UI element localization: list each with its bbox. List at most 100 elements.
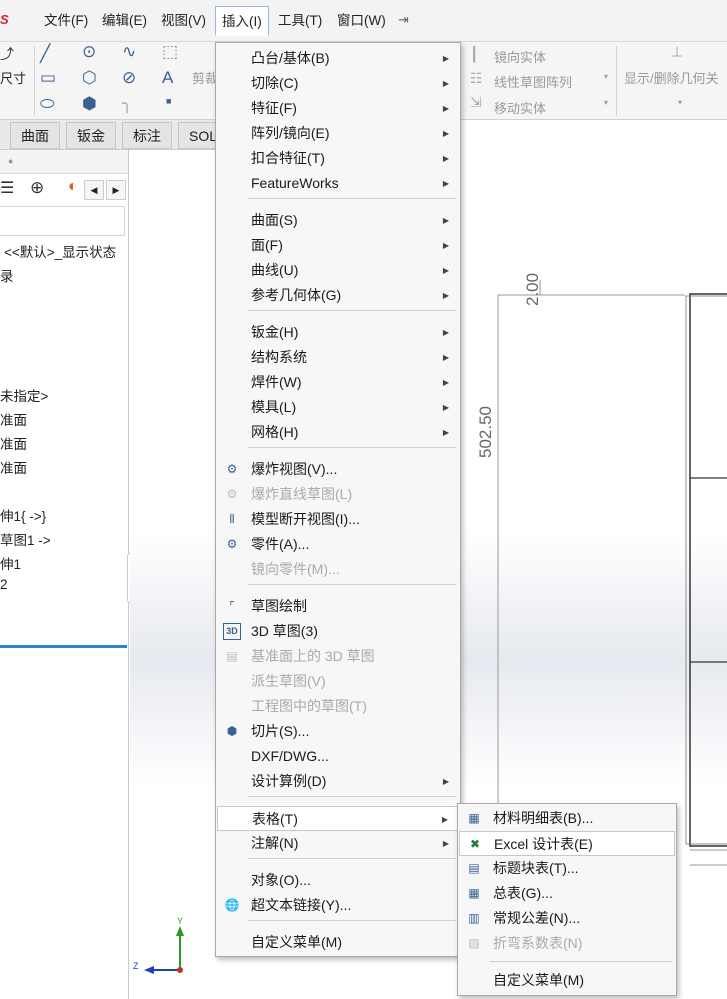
menu-window[interactable]: 窗口(W) (331, 6, 392, 36)
construction-icon[interactable]: ⬚ (162, 42, 178, 62)
tree-item-right-plane[interactable]: 准面 (0, 457, 27, 477)
circle-icon[interactable]: ⊙ (82, 42, 96, 62)
table-menu-item[interactable]: 自定义菜单(M) (459, 968, 675, 993)
configuration-manager-icon[interactable]: ⊕ (30, 178, 44, 198)
insert-menu-item[interactable]: ⫴ 模型断开视图(I)... (217, 507, 459, 532)
insert-menu-item[interactable]: ⌜ 草图绘制 (217, 594, 459, 619)
insert-menu-item[interactable]: ⬢ 切片(S)... (217, 719, 459, 744)
polygon-icon[interactable]: ⬡ (82, 68, 97, 88)
tab-markup[interactable]: 标注 (122, 122, 172, 149)
insert-menu-item[interactable]: 切除(C) ▶ (217, 71, 459, 96)
insert-menu-item[interactable]: 表格(T) ▶ (217, 806, 459, 831)
tab-surface[interactable]: 曲面 (10, 122, 60, 149)
insert-menu-item[interactable]: 3D 3D 草图(3) (217, 619, 459, 644)
fillet-icon[interactable]: ╮ (122, 94, 132, 114)
insert-menu-item[interactable]: 凸台/基体(B) ▶ (217, 46, 459, 71)
move-icon[interactable]: ⇲ (470, 94, 482, 111)
3d-sketch-icon: 3D (223, 623, 241, 640)
menu-edit[interactable]: 编辑(E) (96, 6, 153, 36)
insert-menu-item[interactable]: 参考几何体(G) ▶ (217, 283, 459, 308)
tree-item-2[interactable]: 2 (0, 577, 8, 592)
smart-dimension-icon[interactable]: ⤴ (0, 44, 14, 64)
property-manager-icon[interactable]: ☰ (0, 178, 14, 198)
relations-dropdown-icon[interactable]: ▾ (678, 98, 682, 107)
dimension-2-00[interactable]: 2.00 (523, 273, 543, 306)
insert-menu-item[interactable]: 特征(F) ▶ (217, 96, 459, 121)
rectangle-icon[interactable]: ▭ (40, 68, 56, 88)
linear-pattern-icon[interactable]: ☷ (470, 70, 483, 87)
insert-menu-item[interactable]: DXF/DWG... (217, 744, 459, 769)
submenu-arrow-icon: ▶ (442, 378, 449, 387)
linear-pattern-dropdown-icon[interactable]: ▾ (604, 72, 608, 81)
insert-menu-item[interactable]: 模具(L) ▶ (217, 395, 459, 420)
submenu-arrow-icon: ▶ (442, 428, 449, 437)
submenu-arrow-icon: ▶ (442, 104, 449, 113)
scroll-right-icon[interactable]: ▶ (106, 180, 126, 200)
insert-menu-item[interactable]: 扣合特征(T) ▶ (217, 146, 459, 171)
insert-menu-item[interactable]: 面(F) ▶ (217, 233, 459, 258)
insert-menu-item[interactable]: 焊件(W) ▶ (217, 370, 459, 395)
hexagon-icon[interactable]: ⬢ (82, 94, 97, 114)
scroll-left-icon[interactable]: ◀ (84, 180, 104, 200)
move-dropdown-icon[interactable]: ▾ (604, 98, 608, 107)
table-menu-item[interactable]: ▦ 材料明细表(B)... (459, 806, 675, 831)
tree-item-extrude[interactable]: 伸1{ ->} (0, 505, 46, 525)
insert-menu-item[interactable]: ⚙ 爆炸视图(V)... (217, 457, 459, 482)
menu-separator (248, 310, 456, 311)
insert-menu-item[interactable]: 对象(O)... (217, 868, 459, 893)
table-menu-item[interactable]: ▤ 标题块表(T)... (459, 856, 675, 881)
table-menu-item-label: 常规公差(N)... (493, 910, 581, 926)
panel-divider (0, 645, 127, 648)
insert-menu-item-label: 模型断开视图(I)... (251, 511, 360, 527)
insert-menu-item[interactable]: 设计算例(D) ▶ (217, 769, 459, 794)
dimension-502-50[interactable]: 502.50 (476, 406, 496, 458)
mirror-icon[interactable]: ┃ (470, 46, 478, 63)
triad-y-label: Y (177, 916, 184, 926)
menu-separator (248, 858, 456, 859)
tree-item-top-plane[interactable]: 准面 (0, 433, 27, 453)
insert-menu-item[interactable]: 网格(H) ▶ (217, 420, 459, 445)
insert-menu-item[interactable]: FeatureWorks ▶ (217, 171, 459, 196)
insert-menu-item[interactable]: 注解(N) ▶ (217, 831, 459, 856)
tab-sheet-metal[interactable]: 钣金 (66, 122, 116, 149)
insert-menu-item[interactable]: 阵列/镜向(E) ▶ (217, 121, 459, 146)
mirror-label[interactable]: 镜向实体 (494, 47, 546, 66)
tree-item-extrude2[interactable]: 伸1 (0, 553, 21, 573)
insert-menu-item[interactable]: 钣金(H) ▶ (217, 320, 459, 345)
tree-item[interactable]: 录 (0, 265, 14, 285)
display-manager-icon[interactable]: ◐ (68, 178, 78, 196)
insert-menu-item[interactable]: 曲线(U) ▶ (217, 258, 459, 283)
menu-tools[interactable]: 工具(T) (272, 6, 328, 36)
text-icon[interactable]: A (162, 68, 173, 88)
insert-menu-item[interactable]: 曲面(S) ▶ (217, 208, 459, 233)
ellipse-icon[interactable]: ⊘ (122, 68, 136, 88)
insert-menu-item: 镜向零件(M)... (217, 557, 459, 582)
spline-icon[interactable]: ∿ (122, 42, 136, 62)
move-label[interactable]: 移动实体 (494, 98, 546, 117)
table-menu-item[interactable]: ✖ Excel 设计表(E) (459, 831, 675, 856)
linear-pattern-label[interactable]: 线性草图阵列 (494, 72, 572, 91)
insert-menu-item-label: 切除(C) (251, 75, 299, 91)
insert-menu-item[interactable]: 🌐 超文本链接(Y)... (217, 893, 459, 918)
filter-box[interactable] (0, 206, 125, 236)
point-icon[interactable]: ■ (166, 96, 171, 106)
command-tabs: 曲面 钣金 标注 SOL (0, 120, 229, 150)
table-menu-item[interactable]: ▦ 总表(G)... (459, 881, 675, 906)
insert-menu-item-label: 曲面(S) (251, 212, 298, 228)
menu-file[interactable]: 文件(F) (38, 6, 94, 36)
menu-insert[interactable]: 插入(I) (215, 6, 269, 36)
tree-item-material[interactable]: 未指定> (0, 385, 48, 405)
menu-view[interactable]: 视图(V) (155, 6, 212, 36)
insert-menu-item[interactable]: ⚙ 零件(A)... (217, 532, 459, 557)
insert-menu-item[interactable]: 自定义菜单(M) (217, 930, 459, 955)
slot-icon[interactable]: ⬭ (40, 94, 55, 114)
line-icon[interactable]: ╱ (40, 44, 50, 64)
tree-item-front-plane[interactable]: 准面 (0, 409, 27, 429)
pin-icon[interactable]: ⇥ (398, 12, 409, 28)
table-menu-item[interactable]: ▥ 常规公差(N)... (459, 906, 675, 931)
insert-menu-item-label: 表格(T) (252, 811, 298, 827)
relations-icon[interactable]: ⟂ (672, 44, 682, 61)
show-delete-relations-label[interactable]: 显示/删除几何关 (624, 68, 719, 87)
insert-menu-item[interactable]: 结构系统 ▶ (217, 345, 459, 370)
tree-item-sketch[interactable]: 草图1 -> (0, 529, 51, 549)
